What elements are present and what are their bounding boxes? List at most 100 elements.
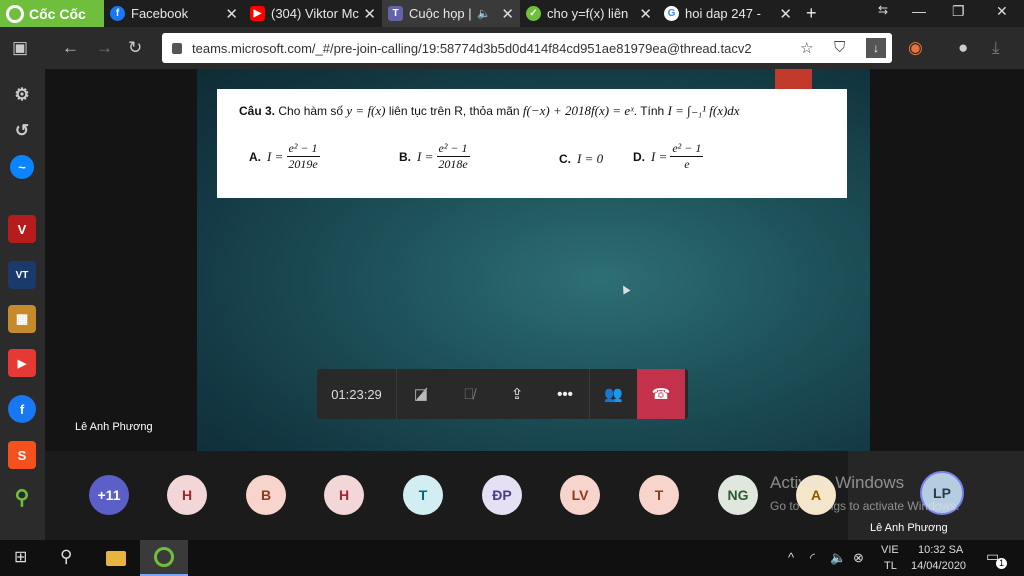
tab-facebook[interactable]: f Facebook ✕: [104, 0, 244, 27]
answer-d: D. I = e² − 1 e: [633, 141, 704, 172]
answer-lhs: I =: [417, 148, 434, 164]
wifi-icon[interactable]: ◜: [810, 550, 815, 566]
participant-avatar[interactable]: T: [639, 475, 679, 515]
call-controls-bar: 01:23:29 ◪̸ 🎙̸ ⇪ ••• 👥 ☎: [317, 369, 688, 419]
volume-icon[interactable]: 🔈: [830, 550, 846, 566]
close-icon[interactable]: ✕: [779, 5, 792, 23]
coccoc-taskbar-button[interactable]: [140, 540, 188, 576]
sidebar-item-facebook[interactable]: f: [8, 395, 36, 423]
tab-teams-meeting[interactable]: T Cuộc họp | 🔈 ✕: [382, 0, 520, 27]
question-func: y = f(x): [346, 103, 386, 118]
download-icon[interactable]: ↓: [866, 38, 886, 58]
downloads-icon[interactable]: ⤓: [992, 38, 1000, 58]
mic-muted-button[interactable]: 🎙̸: [445, 369, 493, 419]
tab-label: cho y=f(x) liên: [547, 6, 629, 21]
tab-youtube[interactable]: ▶ (304) Viktor Mc ✕: [244, 0, 382, 27]
tab-google[interactable]: G hoi dap 247 - ✕: [658, 0, 798, 27]
browser-brand[interactable]: Cốc Cốc: [0, 0, 104, 27]
window-close-icon[interactable]: ✕: [996, 3, 1008, 20]
answer-a: A. I = e² − 1 2019e: [249, 141, 320, 172]
browser-tab-bar: Cốc Cốc f Facebook ✕ ▶ (304) Viktor Mc ✕…: [0, 0, 1024, 27]
question-text: Cho hàm số: [278, 104, 344, 118]
speaker-icon[interactable]: 🔈: [477, 7, 491, 20]
clock-time[interactable]: 10:32 SA: [918, 544, 963, 556]
close-icon[interactable]: ✕: [363, 5, 376, 23]
folder-icon: [106, 550, 126, 566]
participants-button[interactable]: 👥: [589, 369, 637, 419]
restore-icon[interactable]: ❐: [952, 3, 965, 20]
shield-icon[interactable]: ⛉: [834, 39, 845, 56]
participants-strip: +11 H B H T ĐP LV T NG A LP Lê Anh Phươn…: [45, 451, 1024, 540]
presenter-name: Lê Anh Phương: [75, 421, 153, 433]
history-icon[interactable]: ↺: [8, 117, 36, 145]
close-icon[interactable]: ✕: [501, 5, 514, 23]
participant-avatar[interactable]: ĐP: [482, 475, 522, 515]
participant-avatar[interactable]: T: [403, 475, 443, 515]
answer-lhs: I = 0: [577, 151, 604, 166]
language-top[interactable]: VIE: [881, 544, 899, 556]
hoidap-sidebar-icon[interactable]: ⚲: [8, 483, 36, 511]
self-video-tile[interactable]: LP Lê Anh Phương: [848, 451, 1024, 540]
mute-x-icon[interactable]: ⊗: [853, 550, 864, 566]
participant-avatar[interactable]: LV: [560, 475, 600, 515]
fraction-denominator: 2018e: [438, 157, 468, 171]
sidebar-item-vt[interactable]: VT: [8, 261, 36, 289]
phone-hangup-icon: ☎: [651, 386, 671, 403]
tray-chevron-icon[interactable]: ^: [788, 550, 794, 565]
clock-date[interactable]: 14/04/2020: [911, 560, 966, 572]
answer-fraction: e² − 1 2018e: [436, 141, 470, 172]
more-options-button[interactable]: •••: [541, 369, 589, 419]
lock-icon: [172, 42, 182, 54]
sidebar-item-youtube[interactable]: ▶: [8, 349, 36, 377]
participant-avatar[interactable]: B: [246, 475, 286, 515]
tab-search-icon[interactable]: ⇆: [878, 3, 888, 17]
url-text: teams.microsoft.com/_#/pre-join-calling/…: [192, 40, 752, 56]
tab-label: (304) Viktor Mc: [271, 6, 359, 21]
close-icon[interactable]: ✕: [225, 5, 238, 23]
more-dots-icon: •••: [557, 385, 573, 403]
shared-document: Câu 3. Cho hàm số y = f(x) liên tục trên…: [217, 89, 847, 198]
address-bar[interactable]: teams.microsoft.com/_#/pre-join-calling/…: [162, 33, 892, 63]
new-tab-plus-icon[interactable]: +: [806, 3, 817, 24]
hang-up-button[interactable]: ☎: [637, 369, 685, 419]
sidebar-item-shopee[interactable]: S: [8, 441, 36, 469]
camera-off-button[interactable]: ◪̸: [397, 369, 445, 419]
activate-windows-subtitle: Go to Settings to activate Windows.: [770, 499, 960, 513]
answer-lhs: I =: [267, 148, 284, 164]
more-participants-avatar[interactable]: +11: [89, 475, 129, 515]
question-line: Câu 3. Cho hàm số y = f(x) liên tục trên…: [239, 103, 825, 119]
sidebar-item-v[interactable]: V: [8, 215, 36, 243]
reload-icon[interactable]: ↻: [128, 38, 142, 58]
answer-b: B. I = e² − 1 2018e: [399, 141, 470, 172]
back-arrow-icon[interactable]: ←: [62, 38, 79, 58]
search-icon[interactable]: ⚲: [60, 547, 72, 567]
self-name: Lê Anh Phương: [870, 522, 948, 534]
tab-label: hoi dap 247 -: [685, 6, 761, 21]
participant-avatar[interactable]: H: [167, 475, 207, 515]
coccoc-icon: [154, 547, 174, 567]
activate-windows-title: Activate Windows: [770, 473, 905, 492]
settings-gear-icon[interactable]: ⚙: [8, 81, 36, 109]
language-bottom[interactable]: TL: [884, 560, 897, 572]
messenger-icon[interactable]: ~: [10, 155, 34, 179]
question-equation: f(−x) + 2018f(x) = eˣ: [522, 103, 634, 118]
windows-taskbar: ⊞ ⚲ ^ ◜ 🔈 ⊗ VIE TL 10:32 SA 14/04/2020 ▭…: [0, 540, 1024, 576]
windows-start-icon[interactable]: ⊞: [14, 547, 27, 567]
coccoc-extension-icon[interactable]: ◉: [908, 38, 923, 58]
question-end: . Tính: [633, 104, 665, 118]
participant-avatar[interactable]: NG: [718, 475, 758, 515]
profile-icon[interactable]: ●: [958, 38, 968, 58]
answer-options: A. I = e² − 1 2019e B. I = e² − 1 2018e …: [239, 129, 825, 189]
mic-off-icon: 🎙̸: [463, 385, 475, 403]
share-screen-button[interactable]: ⇪: [493, 369, 541, 419]
tab-hoidap[interactable]: ✓ cho y=f(x) liên ✕: [520, 0, 658, 27]
sidebar-toggle-icon[interactable]: ▣: [12, 38, 28, 58]
sidebar-item-app[interactable]: ▦: [8, 305, 36, 333]
close-icon[interactable]: ✕: [639, 5, 652, 23]
participant-avatar[interactable]: H: [324, 475, 364, 515]
star-icon[interactable]: ☆: [800, 39, 813, 57]
minimize-icon[interactable]: —: [912, 3, 926, 19]
file-explorer-button[interactable]: [92, 540, 140, 576]
answer-label: C.: [559, 152, 571, 166]
forward-arrow-icon[interactable]: →: [96, 38, 113, 58]
